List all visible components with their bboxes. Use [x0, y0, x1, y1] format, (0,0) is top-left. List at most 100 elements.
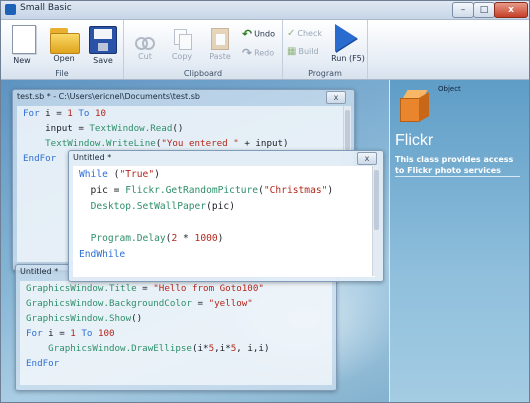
copy-icon — [172, 28, 192, 50]
paste-label: Paste — [209, 52, 231, 61]
object-cube-icon — [400, 90, 430, 122]
code-token: input = — [23, 123, 90, 134]
code-token: * — [177, 233, 195, 244]
clipboard-group-label: Clipboard — [183, 69, 223, 78]
code-token: "Christmas" — [263, 185, 328, 196]
editor-title: Untitled * — [73, 153, 112, 162]
code-line: EndFor — [26, 356, 326, 371]
code-line: GraphicsWindow.DrawEllipse(i*5,i*5, i,i) — [26, 341, 326, 356]
code-token: + input) — [238, 138, 289, 149]
redo-arrow-icon: ↷ — [242, 46, 253, 60]
editor-close-button[interactable]: x — [357, 152, 377, 165]
cut-button[interactable]: Cut — [128, 28, 162, 61]
object-name: Flickr — [395, 132, 434, 149]
code-token: To — [75, 328, 98, 339]
code-token: () — [131, 313, 143, 324]
vertical-scrollbar[interactable] — [372, 166, 380, 276]
code-line: TextWindow.WriteLine("You entered " + in… — [23, 136, 344, 151]
editor-title: test.sb * - C:\Users\ericnel\Documents\t… — [17, 92, 200, 101]
undo-button[interactable]: ↶ Undo — [242, 27, 275, 41]
build-label: Build — [298, 47, 319, 56]
code-token: ) — [217, 233, 224, 244]
code-token: "yellow" — [208, 298, 253, 309]
save-label: Save — [93, 56, 113, 65]
code-token: 100 — [97, 328, 115, 339]
code-token: EndWhile — [79, 249, 126, 260]
redo-button[interactable]: ↷ Redo — [242, 46, 274, 60]
editor-workspace: test.sb * - C:\Users\ericnel\Documents\t… — [1, 80, 396, 402]
code-token: Program.Delay — [90, 233, 166, 244]
copy-button[interactable]: Copy — [165, 28, 199, 61]
editor-close-button[interactable]: x — [326, 91, 346, 104]
build-icon: ▦ — [287, 46, 297, 57]
object-tag: Object — [438, 85, 461, 93]
app-icon — [5, 4, 16, 15]
clipboard-icon — [211, 28, 229, 50]
check-button[interactable]: ✓ Check — [287, 28, 322, 39]
code-token: i = — [48, 328, 71, 339]
code-token: , i,i) — [236, 343, 270, 354]
code-token: pic = — [79, 185, 126, 196]
code-token: GraphicsWindow.Title — [26, 283, 137, 294]
code-token: Flickr.GetRandomPicture — [125, 185, 259, 196]
code-line: For i = 1 To 100 — [26, 326, 326, 341]
maximize-button[interactable]: □ — [473, 2, 495, 18]
program-group: ✓ Check ▦ Build Run (F5) Program — [283, 20, 368, 79]
window-title: Small Basic — [20, 3, 72, 13]
code-token: "You entered " — [161, 138, 239, 149]
code-line: EndWhile — [79, 247, 369, 263]
code-line: GraphicsWindow.BackgroundColor = "yellow… — [26, 296, 326, 311]
code-token: EndFor — [23, 153, 57, 164]
code-token: ,i* — [214, 343, 231, 354]
check-icon: ✓ — [287, 28, 296, 39]
close-button[interactable]: x — [494, 2, 528, 18]
code-token: 10 — [94, 108, 107, 119]
code-token: ) — [154, 169, 160, 180]
code-token: TextWindow.Read — [89, 123, 173, 134]
folder-icon — [50, 28, 80, 54]
editor-window-untitled-front[interactable]: Untitled * x While ("True") pic = Flickr… — [68, 150, 384, 282]
redo-label: Redo — [254, 48, 275, 58]
code-token: GraphicsWindow.BackgroundColor — [26, 298, 192, 309]
code-editor[interactable]: GraphicsWindow.Title = "Hello from Goto1… — [20, 281, 332, 385]
code-token: () — [172, 123, 184, 134]
code-token: For — [26, 328, 49, 339]
new-document-icon — [12, 25, 36, 54]
code-token: EndFor — [26, 358, 60, 369]
code-editor[interactable]: While ("True") pic = Flickr.GetRandomPic… — [73, 166, 375, 277]
copy-label: Copy — [171, 52, 193, 61]
paste-button[interactable]: Paste — [203, 28, 237, 61]
code-token: GraphicsWindow.Show — [26, 313, 132, 324]
ribbon-toolbar: New Open Save File Cut Copy Paste ↶ Undo… — [1, 20, 529, 80]
code-token: (i* — [191, 343, 209, 354]
code-token: While — [79, 169, 114, 180]
new-button[interactable]: New — [7, 25, 37, 65]
code-token: 1000 — [194, 233, 218, 244]
open-button[interactable]: Open — [48, 25, 80, 63]
editor-title: Untitled * — [20, 267, 59, 276]
clipboard-group: Cut Copy Paste ↶ Undo ↷ Redo Clipboard — [124, 20, 283, 79]
save-button[interactable]: Save — [87, 25, 119, 65]
play-icon — [335, 24, 357, 52]
code-line: While ("True") — [79, 167, 369, 183]
open-label: Open — [53, 54, 75, 63]
code-token: For — [23, 108, 46, 119]
title-bar: Small Basic – □ x — [1, 1, 529, 20]
code-token: (pic) — [206, 201, 235, 212]
code-line: For i = 1 To 10 — [23, 106, 344, 121]
run-label: Run (F5) — [331, 54, 365, 63]
object-info-panel: Object Flickr This class provides access… — [390, 80, 529, 402]
code-line: pic = Flickr.GetRandomPicture("Christmas… — [79, 183, 369, 199]
object-description: This class provides access to Flickr pho… — [395, 155, 514, 175]
minimize-button[interactable]: – — [452, 2, 474, 18]
code-line: input = TextWindow.Read() — [23, 121, 344, 136]
code-token: i = — [45, 108, 68, 119]
undo-arrow-icon: ↶ — [242, 27, 253, 41]
editor-window-untitled-back[interactable]: Untitled * GraphicsWindow.Title = "Hello… — [15, 264, 337, 391]
build-button[interactable]: ▦ Build — [287, 46, 319, 57]
run-button[interactable]: Run (F5) — [329, 24, 367, 63]
